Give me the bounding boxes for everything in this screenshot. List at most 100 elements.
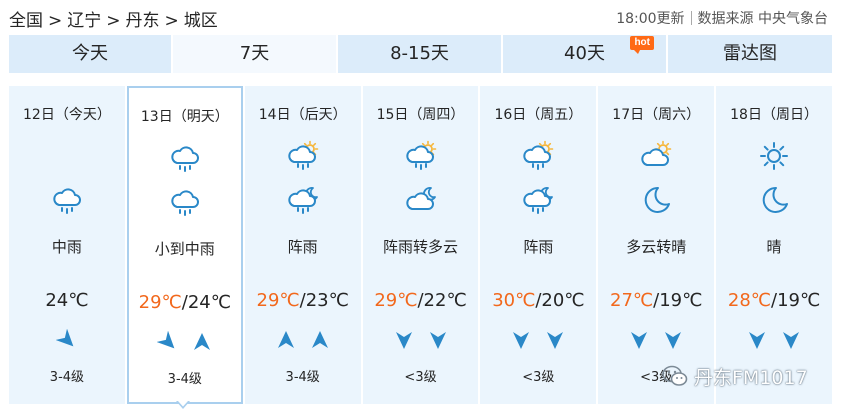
temp-low: 22℃ (423, 290, 467, 311)
breadcrumb: 全国 > 辽宁 > 丹东 > 城区 (9, 6, 218, 31)
breadcrumb-item-province[interactable]: 辽宁 (67, 11, 101, 31)
north-wind-arrow-icon (191, 331, 213, 353)
day-card[interactable]: 18日（周日） 晴 28℃/19℃ (716, 86, 832, 404)
temp-high: 28℃ (727, 290, 771, 311)
sun-rain-cloud-icon (521, 139, 555, 173)
wind-direction (245, 329, 361, 351)
update-time: 18:00更新 (616, 11, 685, 27)
breadcrumb-item-district: 城区 (183, 11, 218, 31)
day-card[interactable]: 17日（周六） 多云转晴 27℃/19℃ <3级 (598, 86, 715, 404)
day-card[interactable]: 14日（后天） 阵雨 29℃/23℃ 3-4级 (244, 86, 361, 404)
day-date: 15日（周四） (376, 107, 465, 123)
wind-direction (716, 329, 832, 351)
day-date: 13日（明天） (140, 109, 229, 125)
temp-low: 19℃ (659, 290, 703, 311)
day-date: 18日（周日） (730, 107, 818, 123)
tab-label: 雷达图 (723, 43, 777, 64)
update-info: 18:00更新 数据来源 中央气象台 (616, 8, 828, 28)
south-wind-arrow-icon (544, 329, 566, 351)
south-wind-arrow-icon (746, 329, 768, 351)
wind-level: 3-4级 (285, 370, 320, 385)
temperature: 27℃/19℃ (598, 290, 714, 311)
selected-day-pointer-icon (176, 401, 190, 409)
temperature: 29℃/23℃ (245, 290, 361, 311)
moon-rain-cloud-icon (286, 183, 320, 217)
moon-icon (639, 183, 673, 217)
wind-direction (363, 329, 479, 351)
north-wind-arrow-icon (275, 329, 297, 351)
breadcrumb-separator: > (164, 11, 179, 31)
wechat-icon (662, 365, 688, 386)
temp-high: 29℃ (374, 290, 418, 311)
temperature: 24℃ (9, 290, 125, 311)
wind-level: <3级 (404, 370, 437, 385)
tab-7-days[interactable]: 7天 (173, 35, 336, 73)
wind-level: 3-4级 (49, 370, 85, 385)
wind-level: <3级 (522, 370, 555, 385)
seven-day-forecast: 12日（今天） 中雨 24℃ 3-4级 13日（明天） 小到中雨 29℃/24℃… (9, 86, 832, 404)
weather-text: 阵雨 (523, 238, 554, 256)
forecast-tabs: 今天 7天 8-15天 40天 hot 雷达图 (9, 35, 832, 73)
day-date: 16日（周五） (494, 107, 583, 123)
day-card[interactable]: 12日（今天） 中雨 24℃ 3-4级 (9, 86, 125, 404)
breadcrumb-item-city[interactable]: 丹东 (126, 11, 160, 31)
temperature: 28℃/19℃ (716, 290, 832, 311)
wind-direction (598, 329, 714, 351)
day-card[interactable]: 15日（周四） 阵雨转多云 29℃/22℃ <3级 (362, 86, 479, 404)
temp-high: 29℃ (138, 292, 182, 313)
weather-text: 小到中雨 (154, 240, 215, 258)
watermark: 丹东FM1017 (662, 363, 808, 389)
wind-direction (129, 331, 241, 353)
data-source: 数据来源 中央气象台 (697, 11, 828, 27)
day-card-selected[interactable]: 13日（明天） 小到中雨 29℃/24℃ 3-4级 (126, 86, 243, 404)
sun-rain-cloud-icon (404, 139, 438, 173)
temperature: 30℃/20℃ (480, 290, 596, 311)
temp-low: 24℃ (187, 292, 231, 313)
wind-direction (480, 329, 596, 351)
tab-label: 今天 (72, 43, 108, 64)
weather-text: 多云转晴 (626, 238, 687, 256)
rain-cloud-icon (168, 141, 202, 175)
temp-high: 30℃ (492, 290, 536, 311)
tab-radar[interactable]: 雷达图 (668, 35, 832, 73)
south-wind-arrow-icon (510, 329, 532, 351)
temp-low: 19℃ (777, 290, 821, 311)
south-wind-arrow-icon (780, 329, 802, 351)
temp-low: 23℃ (305, 290, 349, 311)
weather-text: 中雨 (51, 238, 82, 256)
tab-today[interactable]: 今天 (9, 35, 171, 73)
temperature: 29℃/24℃ (129, 292, 241, 313)
sun-rain-cloud-icon (286, 139, 320, 173)
weather-text: 阵雨转多云 (383, 238, 459, 256)
divider (690, 11, 692, 25)
watermark-text: 丹东FM1017 (694, 366, 808, 389)
temp-low: 24℃ (45, 290, 89, 311)
breadcrumb-separator: > (48, 11, 63, 31)
sun-cloud-icon (639, 139, 673, 173)
south-wind-arrow-icon (662, 329, 684, 351)
moon-rain-cloud-icon (521, 183, 555, 217)
breadcrumb-separator: > (106, 11, 121, 31)
tab-40-days[interactable]: 40天 hot (503, 35, 666, 73)
wind-level: 3-4级 (167, 372, 202, 387)
rain-cloud-icon (50, 183, 84, 217)
sun-icon (757, 139, 791, 173)
temp-high: 29℃ (256, 290, 300, 311)
weather-text: 阵雨 (287, 238, 318, 256)
wind-direction (9, 329, 125, 351)
hot-badge: hot (630, 36, 654, 54)
day-date: 17日（周六） (612, 107, 701, 123)
top-bar: 全国 > 辽宁 > 丹东 > 城区 18:00更新 数据来源 中央气象台 (0, 0, 841, 36)
rain-cloud-icon (168, 185, 202, 219)
south-wind-arrow-icon (393, 329, 415, 351)
breadcrumb-item-country[interactable]: 全国 (9, 11, 43, 31)
tab-label: 7天 (239, 43, 270, 64)
weather-text: 晴 (766, 238, 782, 256)
moon-cloud-icon (404, 183, 438, 217)
tab-label: 40天 (564, 43, 605, 64)
temp-high: 27℃ (610, 290, 654, 311)
tab-8-15-days[interactable]: 8-15天 (338, 35, 501, 73)
north-wind-arrow-icon (309, 329, 331, 351)
south-wind-arrow-icon (427, 329, 449, 351)
day-card[interactable]: 16日（周五） 阵雨 30℃/20℃ <3级 (480, 86, 597, 404)
